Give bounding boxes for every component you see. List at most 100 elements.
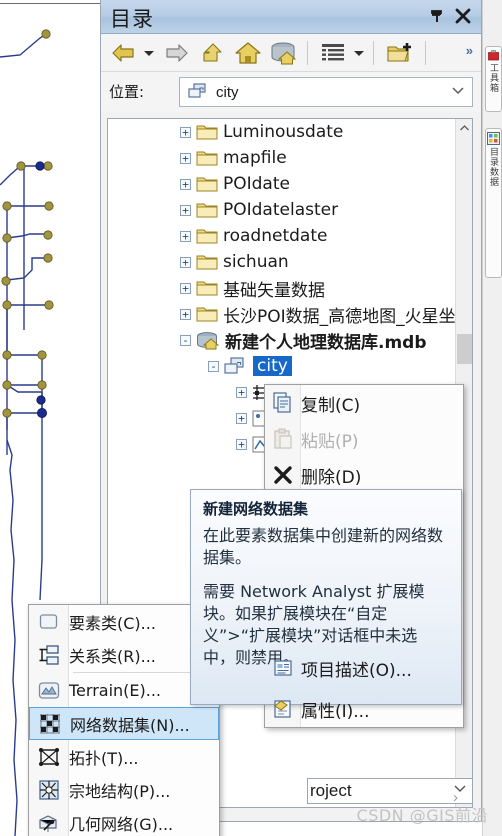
terrain-icon [29,681,69,700]
tree-expander[interactable]: + [236,438,247,450]
home-icon [235,42,261,64]
back-dropdown[interactable] [141,39,157,67]
submenu-item-topology-label: 拓扑(T)... [69,748,139,768]
tree-row-city[interactable]: - city [108,353,455,379]
list-view-button[interactable] [317,39,349,67]
chevron-down-icon [144,50,154,56]
toolbox-icon [488,50,499,61]
toolbar-separator-1 [307,41,308,65]
tree-item-label: POIdatelaster [223,200,339,220]
forward-arrow-icon [166,44,188,62]
up-one-level-button[interactable] [197,39,229,67]
location-combo[interactable]: city [179,77,473,107]
toolbar-overflow-button[interactable]: » [466,43,473,58]
toolbar-separator-3 [425,41,426,65]
tree-row[interactable]: + POIdatelaster [108,197,455,223]
chevron-down-icon [354,50,364,56]
submenu-item-geometric-network-label: 几何网络(G)... [69,814,174,834]
menu-item-copy[interactable]: 复制(C) [265,385,463,421]
list-view-dropdown[interactable] [351,39,367,67]
close-icon[interactable] [453,6,473,26]
paste-icon [265,428,301,450]
folder-icon [196,149,218,167]
feature-dataset-icon [188,83,206,98]
folder-icon [196,253,218,271]
tree-expander[interactable]: + [180,204,191,216]
tree-expander[interactable]: - [208,360,219,372]
screen-root: 工具箱 目录数据 目录 » 位置: city + Luminousdate + … [0,0,502,836]
tree-item-label: 基础矢量数据 [223,280,325,301]
tree-expander[interactable]: + [180,282,191,294]
tree-item-label: 长沙POI数据_高德地图_火星坐标 [223,306,455,327]
map-top-border [0,3,100,4]
copy-icon [265,392,301,414]
tree-row[interactable]: + mapfile [108,145,455,171]
pin-icon[interactable] [427,6,447,26]
vtab-catalog-label: 目录数据 [488,147,498,187]
tree-expander[interactable]: + [236,412,247,424]
scroll-thumb[interactable] [457,334,472,364]
tree-item-label: 新建个人地理数据库.mdb [225,332,427,353]
chevron-down-icon[interactable] [452,87,464,95]
project-combo[interactable]: roject [307,778,473,804]
tree-item-label: mapfile [223,148,287,168]
location-label: 位置: [109,83,145,101]
watermark: CSDN @GIS前沿 [356,806,488,825]
tree-row[interactable]: + 长沙POI数据_高德地图_火星坐标 [108,301,455,327]
topology-icon [29,747,69,767]
tree-row[interactable]: + roadnetdate [108,223,455,249]
tree-expander[interactable]: + [180,178,191,190]
tree-row[interactable]: + sichuan [108,249,455,275]
back-button[interactable] [107,39,139,67]
tree-expander[interactable]: + [180,126,191,138]
vtab-catalog[interactable]: 目录数据 [485,128,502,278]
database-home-icon [271,42,297,65]
relationship-class-icon [29,644,69,665]
tree-item-label: sichuan [223,252,289,272]
submenu-item-terrain-label: Terrain(E)... [69,681,162,700]
location-value: city [216,83,239,101]
tree-row[interactable]: + 基础矢量数据 [108,275,455,301]
menu-item-paste[interactable]: 粘贴(P) [265,421,463,457]
submenu-item-geometric-network[interactable]: 几何网络(G)... [29,806,219,836]
vtab-toolbox[interactable]: 工具箱 [485,46,502,112]
submenu-item-network-dataset[interactable]: 网络数据集(N)... [29,707,219,740]
catalog-titlebar[interactable]: 目录 [101,0,481,34]
tree-expander[interactable]: - [180,334,191,346]
tree-row[interactable]: + Luminousdate [108,119,455,145]
tooltip-title: 新建网络数据集 [203,500,309,518]
close-glyph [455,8,471,24]
scroll-up-icon[interactable] [456,119,472,136]
folder-icon [196,175,218,193]
default-geodatabase-button[interactable] [267,39,301,67]
catalog-icon [487,132,500,145]
page-title: 目录 [110,7,154,31]
home-button[interactable] [231,39,265,67]
up-arrow-icon [203,43,222,62]
tree-item-label: POIdate [223,174,290,194]
submenu-item-feature-class-label: 要素类(C)... [69,613,156,633]
feature-dataset-icon [224,356,248,376]
add-folder-icon [387,43,411,62]
tree-row[interactable]: - 新建个人地理数据库.mdb [108,327,455,353]
delete-x-icon [265,465,301,485]
back-arrow-icon [112,44,134,62]
personal-geodatabase-icon [196,331,220,350]
menu-item-delete-label: 删除(D) [301,467,362,488]
folder-icon [196,201,218,219]
grid-list-icon [322,44,344,61]
tree-row[interactable]: + POIdate [108,171,455,197]
tree-expander[interactable]: + [180,230,191,242]
submenu-item-parcel-fabric[interactable]: 宗地结构(P)... [29,773,219,806]
tree-expander[interactable]: + [236,386,247,398]
tree-item-label-city: city [253,356,292,376]
tree-expander[interactable]: + [180,308,191,320]
menu-item-paste-label: 粘贴(P) [301,431,359,452]
forward-button[interactable] [161,39,193,67]
tree-expander[interactable]: + [180,256,191,268]
menu-item-delete[interactable]: 删除(D) [265,457,463,493]
project-combo-value: roject [310,781,352,800]
submenu-item-topology[interactable]: 拓扑(T)... [29,740,219,773]
tree-expander[interactable]: + [180,152,191,164]
connect-folder-button[interactable] [383,39,417,67]
